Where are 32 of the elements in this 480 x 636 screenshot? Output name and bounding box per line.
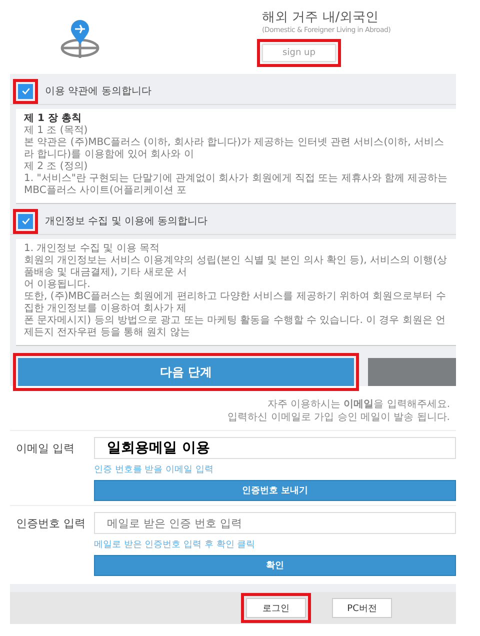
terms-text: 제 2 조 (정의): [24, 161, 89, 173]
checkmark-icon: [20, 216, 30, 226]
email-field[interactable]: 일회용메일 이용: [94, 437, 456, 459]
checkmark-icon: [20, 86, 30, 96]
terms-text: 폰 문자메시지) 등의 방법으로 광고 또는 마케팅 활동을 수행할 수 있습니다. 이 경우 회원은 언제든지 전자우편 등을 통해 원치 않는: [24, 315, 447, 339]
sign-up-button[interactable]: sign up: [262, 44, 336, 62]
intro-text: 입력하신 이메일로 가입 승인 메일이 발송 됩니다.: [226, 411, 450, 424]
page-title: 해외 거주 내/외국인: [262, 9, 379, 26]
intro-text: 자주 이용하시는 이메일을 입력해주세요.: [266, 398, 450, 411]
terms-text: 1. 개인정보 수집 및 이용 목적: [24, 243, 160, 255]
terms-text: 1. "서비스"란 구현되는 단말기에 관계없이 회사가 회원에게 직접 또는 제휴사와 함께 제공하는 MBC플러스 사이트(어플리케이션 포: [24, 173, 449, 197]
terms-text: 회원의 개인정보는 서비스 이용계약의 성립(본인 식별 및 본인 의사 확인 등), 서비스의 이행(상품배송 및 대금결제), 기타 새로운 서: [24, 255, 448, 279]
terms-text: 제 1 장 총칙: [24, 113, 82, 125]
agreement-label: 개인정보 수집 및 이용에 동의합니다: [45, 215, 208, 228]
terms-text: 어 이용됩니다.: [24, 279, 92, 291]
footer-button[interactable]: PC버전: [332, 598, 392, 618]
field-label: 이메일 입력: [15, 441, 76, 457]
agreement-label: 이용 약관에 동의합니다: [45, 85, 152, 98]
checkbox[interactable]: [18, 214, 33, 228]
globe-pin-icon: [58, 20, 102, 60]
field-hint: 메일로 받은 인증번호 입력 후 확인 클릭: [94, 539, 256, 551]
confirm-button[interactable]: 확인: [94, 555, 456, 576]
terms-text: 또한, (주)MBC플러스는 회원에게 편리하고 다양한 서비스를 제공하기 위하여 회원으로부터 수집한 개인정보를 이용하여 회사가 제: [24, 291, 447, 315]
footer-button[interactable]: 로그인: [246, 598, 306, 618]
code-field[interactable]: 메일로 받은 인증 번호 입력: [94, 512, 456, 534]
next-step-button[interactable]: 다음 단계: [18, 358, 354, 386]
checkbox[interactable]: [18, 84, 33, 98]
send-code-button[interactable]: 인증번호 보내기: [94, 480, 456, 501]
terms-text: 본 약관은 (주)MBC플러스 (이하, 회사라 합니다)가 제공하는 인터넷 관련 서비스(이하, 서비스라 합니다)를 이용함에 있어 회사와 이: [24, 137, 445, 161]
field-label: 인증번호 입력: [15, 516, 86, 532]
field-hint: 인증 번호를 받을 이메일 입력: [94, 464, 214, 476]
terms-text: 제 1 조 (목적): [24, 125, 89, 137]
